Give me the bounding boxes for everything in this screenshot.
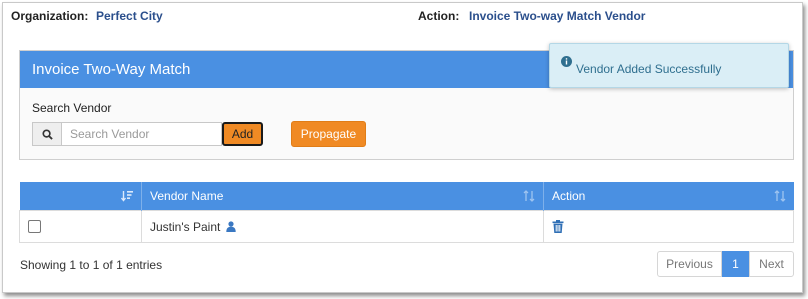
info-circle-icon: [561, 56, 572, 67]
action-column-header[interactable]: Action: [543, 182, 794, 211]
window-frame: Organization: Perfect City Action: Invoi…: [2, 2, 803, 293]
action-value: Invoice Two-way Match Vendor: [469, 9, 646, 23]
context-bar: Organization: Perfect City Action: Invoi…: [11, 9, 802, 25]
action-cell: [543, 210, 794, 243]
propagate-button[interactable]: Propagate: [291, 121, 366, 147]
row-select-cell: [19, 210, 142, 243]
search-vendor-label: Search Vendor: [32, 101, 112, 115]
organization-label: Organization:: [11, 9, 89, 23]
pagination: Previous 1 Next: [657, 251, 794, 277]
vendor-name-cell: Justin's Paint: [141, 210, 544, 243]
organization-value: Perfect City: [96, 9, 163, 23]
pagination-previous[interactable]: Previous: [657, 251, 722, 277]
action-header-label: Action: [552, 189, 586, 203]
vendor-name-header-label: Vendor Name: [150, 189, 224, 203]
vendor-table: Vendor Name Action Justin's Paint: [19, 182, 794, 243]
select-column-header[interactable]: [19, 182, 142, 211]
table-row: Justin's Paint: [19, 210, 794, 243]
table-info: Showing 1 to 1 of 1 entries: [20, 258, 163, 272]
user-icon: [225, 220, 236, 232]
search-vendor-group: Add: [32, 122, 263, 146]
trash-icon[interactable]: [552, 219, 564, 233]
toast-message: Vendor Added Successfully: [576, 62, 722, 76]
search-vendor-input[interactable]: [62, 122, 222, 146]
pagination-page-1[interactable]: 1: [722, 251, 749, 277]
success-toast: Vendor Added Successfully: [549, 43, 789, 88]
row-checkbox[interactable]: [28, 220, 41, 233]
search-icon: [32, 122, 62, 146]
vendor-name-column-header[interactable]: Vendor Name: [141, 182, 544, 211]
sort-amount-icon: [121, 191, 133, 202]
action-label: Action:: [418, 9, 460, 23]
sort-icon: [774, 190, 785, 202]
add-vendor-button[interactable]: Add: [222, 122, 263, 146]
vendor-name: Justin's Paint: [150, 219, 221, 234]
pagination-next[interactable]: Next: [749, 251, 794, 277]
sort-icon: [523, 190, 535, 202]
table-header-row: Vendor Name Action: [19, 182, 794, 211]
